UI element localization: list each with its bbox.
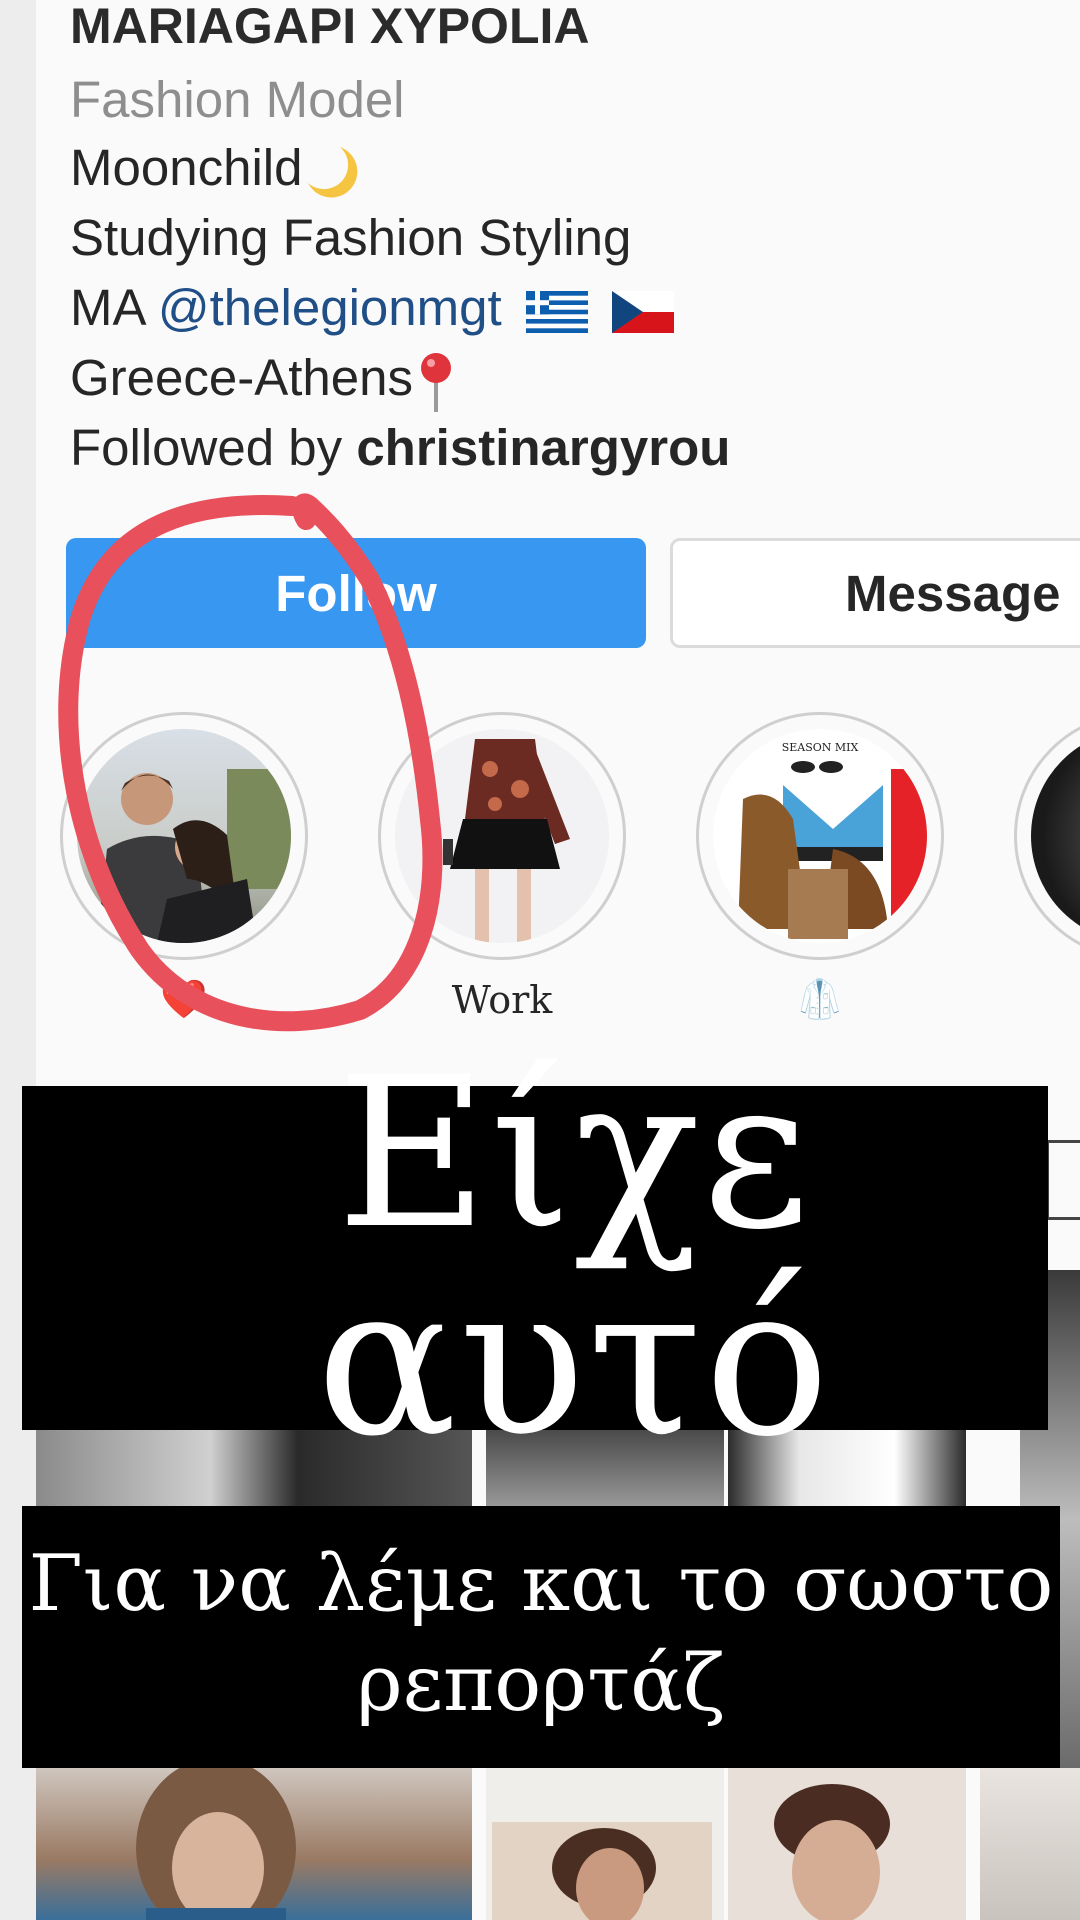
highlight-cover-couple <box>77 729 291 943</box>
retro-portrait-photo <box>774 1784 890 1920</box>
highlight-cover-4 <box>1031 729 1080 943</box>
caption-text-bottom-line1: Για να λέμε και το σωστο <box>28 1539 1054 1629</box>
grid-photo-6[interactable] <box>728 1768 966 1920</box>
profile-name: MARIAGAPI XYPOLIA <box>70 0 590 54</box>
highlight-cover-work <box>395 729 609 943</box>
bio-agency-prefix: MA <box>70 279 158 336</box>
bio-line-studying: Studying Fashion Styling <box>70 209 632 266</box>
message-button[interactable]: Message <box>670 538 1080 648</box>
grid-photo-7[interactable] <box>980 1768 1080 1920</box>
season-mix-collage: SEASON MIX <box>738 741 927 939</box>
fashion-outfit-photo <box>443 739 570 943</box>
model-portrait-photo <box>136 1768 296 1920</box>
grid-photo-4[interactable] <box>36 1768 472 1920</box>
follow-button[interactable]: Follow <box>66 538 646 648</box>
highlight-label-work: Work <box>451 978 553 1022</box>
followed-by-line: Followed by christinargyrou <box>70 418 730 478</box>
followed-by-prefix: Followed by <box>70 419 357 476</box>
story-highlight-work[interactable] <box>378 712 626 960</box>
greece-flag-icon <box>525 290 588 333</box>
retro-model-photo <box>492 1822 712 1920</box>
bio-line-moonchild: Moonchild <box>70 138 360 201</box>
story-highlight-4[interactable] <box>1014 712 1080 960</box>
agency-mention-link[interactable]: @thelegionmgt <box>158 279 502 336</box>
profile-category: Fashion Model <box>70 71 405 128</box>
bio-location-text: Greece-Athens <box>70 349 414 406</box>
grid-photo-5[interactable] <box>486 1768 724 1920</box>
season-mix-label: SEASON MIX <box>782 741 859 754</box>
round-pushpin-icon <box>421 352 452 412</box>
caption-overlay-bottom: Για να λέμε και το σωστο ρεπορτάζ <box>22 1506 1060 1768</box>
czech-flag-icon <box>612 290 675 333</box>
bio-text-moonchild: Moonchild <box>70 139 303 196</box>
caption-overlay-top: Είχε αυτό <box>22 1050 1048 1466</box>
couple-photo <box>97 769 291 943</box>
story-highlight-1[interactable] <box>60 712 308 960</box>
highlight-cover-season-mix: SEASON MIX <box>713 729 927 943</box>
followed-by-user-link[interactable]: christinargyrou <box>356 419 730 476</box>
bio-line-agency: MA @thelegionmgt <box>70 278 675 338</box>
caption-text-top: Είχε αυτό <box>316 1033 832 1483</box>
crescent-moon-icon <box>308 146 358 198</box>
caption-text-bottom-line2: ρεπορτάζ <box>356 1639 726 1729</box>
highlight-label-1: ❤️ <box>160 979 208 1021</box>
story-highlight-3[interactable]: SEASON MIX <box>696 712 944 960</box>
highlight-label-3: 🥼 <box>796 979 844 1021</box>
bio-line-location: Greece-Athens <box>70 348 459 414</box>
tagged-tab-icon-area[interactable] <box>1046 1140 1080 1220</box>
